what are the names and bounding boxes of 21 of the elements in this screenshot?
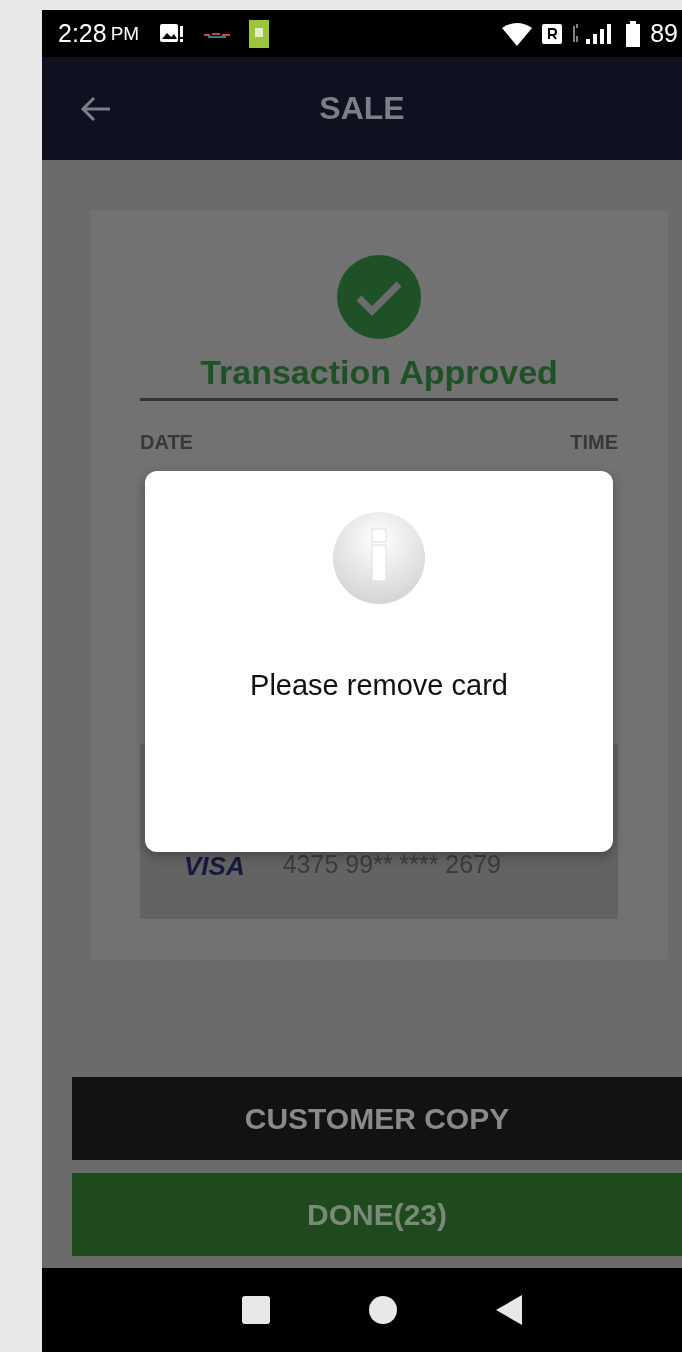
action-button[interactable]: CUSTOMER COPY [72, 1077, 682, 1160]
approval-status: Transaction Approved [200, 353, 558, 392]
back-icon[interactable] [496, 1295, 523, 1325]
app-notification-icon [249, 19, 270, 48]
roaming-icon [542, 23, 563, 44]
card-brand: VISA [184, 853, 245, 879]
clock-meridiem: PM [110, 22, 140, 45]
battery-icon [626, 20, 641, 47]
time-label: TIME [570, 431, 618, 454]
info-icon [332, 511, 426, 605]
home-icon[interactable] [369, 1296, 397, 1324]
battery-level: 89 [650, 19, 678, 48]
checkmark-icon [337, 255, 421, 339]
clock-time: 2:28 [58, 19, 107, 48]
dialog-message: Please remove card [250, 669, 508, 702]
back-arrow-icon[interactable] [80, 94, 112, 123]
recents-icon[interactable] [241, 1296, 270, 1324]
screen-title: SALE [319, 90, 405, 127]
action-button[interactable]: DONE(23) [72, 1173, 682, 1256]
wifi-icon [502, 21, 533, 46]
date-label: DATE [140, 431, 193, 454]
